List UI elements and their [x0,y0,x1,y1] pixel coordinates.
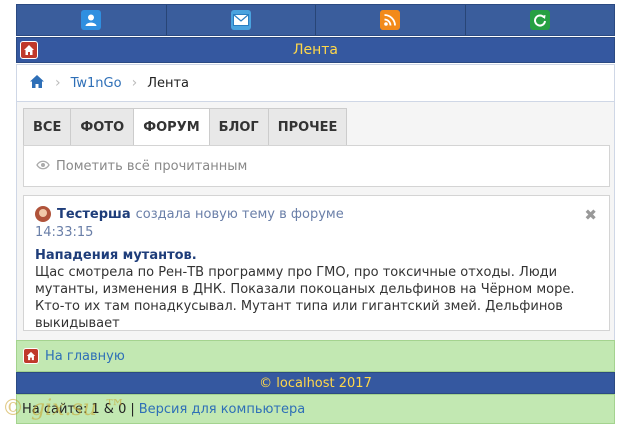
refresh-icon[interactable] [529,10,550,30]
breadcrumb: › Tw1nGo › Лента [16,64,615,102]
post-author[interactable]: Тестерша [57,207,131,222]
mark-all-read-row: Пометить всё прочитанным [23,145,610,187]
breadcrumb-site-link[interactable]: Tw1nGo [71,76,122,91]
post-action: создала новую тему в форуме [135,206,344,222]
eye-icon [36,159,50,173]
home-link[interactable]: На главную [45,349,125,364]
nav-mail[interactable] [167,5,316,35]
breadcrumb-current: Лента [147,75,189,91]
chevron-right-icon: › [131,75,138,91]
title-bar: Лента [16,37,615,63]
separator: | [130,401,135,417]
post-body: Щас смотрела по Рен-ТВ программу про ГМО… [35,265,575,331]
nav-refresh[interactable] [466,5,615,35]
tab-other[interactable]: ПРОЧЕЕ [267,108,348,146]
post-title[interactable]: Нападения мутантов. [35,248,598,263]
online-label: На сайте: [22,401,88,417]
mail-icon[interactable] [230,10,251,30]
page-title: Лента [292,42,339,58]
top-nav-bar [16,4,615,36]
online-count[interactable]: 1 & 0 [91,402,126,417]
page-frame: Лента › Tw1nGo › Лента ВСЕ ФОТО ФОРУМ БЛ… [16,4,615,424]
post-time: 14:33:15 [35,225,94,240]
home-icon [23,348,39,364]
tab-all[interactable]: ВСЕ [23,108,72,146]
feed-tabs: ВСЕ ФОТО ФОРУМ БЛОГ ПРОЧЕЕ [23,108,348,146]
post-header: Тестерша создала новую тему в форуме [35,206,598,222]
rss-icon[interactable] [380,10,401,30]
nav-profile[interactable] [17,5,167,35]
home-icon[interactable] [29,74,45,93]
user-icon[interactable] [81,10,102,30]
feed-post: Тестерша создала новую тему в форуме ✖ 1… [23,195,610,331]
main-panel: ВСЕ ФОТО ФОРУМ БЛОГ ПРОЧЕЕ Пометить всё … [16,102,615,340]
home-link-bar[interactable]: На главную [16,340,615,372]
tab-forum[interactable]: ФОРУМ [133,108,210,146]
tab-photo[interactable]: ФОТО [70,108,135,146]
mark-all-read-link[interactable]: Пометить всё прочитанным [56,159,247,174]
desktop-version-link[interactable]: Версия для компьютера [139,402,305,417]
copyright-bar: © localhost 2017 [16,372,615,394]
avatar [35,206,51,222]
close-icon[interactable]: ✖ [584,206,597,224]
tab-blog[interactable]: БЛОГ [208,108,269,146]
online-bar: На сайте: 1 & 0 | Версия для компьютера [16,394,615,424]
nav-rss[interactable] [316,5,466,35]
chevron-right-icon: › [55,75,61,91]
